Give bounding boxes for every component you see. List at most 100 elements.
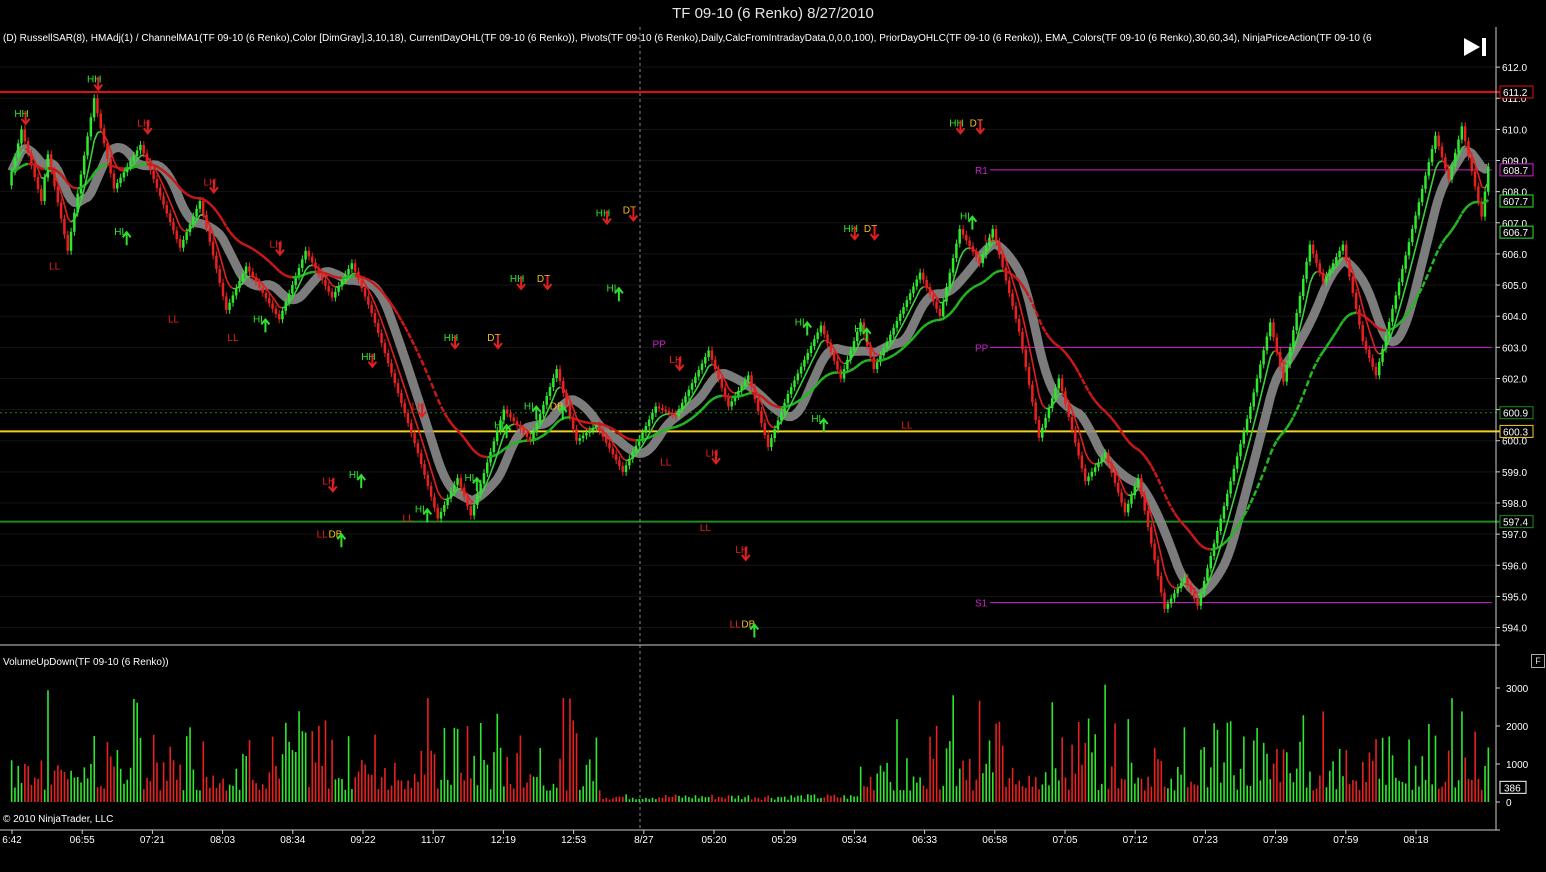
renko-brick-up <box>809 346 813 353</box>
renko-brick-down <box>1120 492 1123 503</box>
renko-brick-down <box>36 177 40 190</box>
ema-segment <box>572 417 578 421</box>
price-tick-label: 604.0 <box>1502 312 1527 323</box>
ema-segment <box>288 275 293 279</box>
volume-marker-label: 386 <box>1504 783 1521 794</box>
renko-brick-up <box>116 183 119 189</box>
renko-brick-down <box>168 213 172 223</box>
renko-brick-down <box>56 186 60 203</box>
renko-brick-up <box>73 212 76 232</box>
renko-brick-up <box>1394 295 1397 309</box>
renko-brick-up <box>651 413 654 420</box>
renko-chart[interactable]: R1PPS1HHHHLHHLLLLHLLLLHLLHLHLL DBHHHLLLHL… <box>0 27 1546 872</box>
renko-brick-down <box>327 285 330 292</box>
renko-brick-down <box>426 474 430 486</box>
renko-brick-up <box>1222 506 1226 519</box>
renko-brick-up <box>1404 255 1407 269</box>
renko-brick-up <box>1420 188 1424 203</box>
ema-segment <box>24 162 29 166</box>
renko-brick-down <box>832 352 836 361</box>
renko-brick-down <box>162 196 165 205</box>
renko-brick-down <box>324 280 327 286</box>
renko-brick-down <box>158 187 162 197</box>
ema-segment <box>665 427 670 431</box>
ema-segment <box>186 193 191 198</box>
renko-brick-up <box>492 441 496 452</box>
ema-segment <box>668 426 673 430</box>
renko-brick-down <box>1080 455 1084 469</box>
renko-brick-up <box>786 394 790 403</box>
renko-brick-down <box>839 369 842 379</box>
fast-ma-segment <box>470 500 475 503</box>
play-icon[interactable] <box>1462 36 1488 58</box>
renko-brick-up <box>700 363 704 371</box>
ema-segment <box>1213 546 1218 551</box>
renko-brick-up <box>1252 392 1255 407</box>
swing-label-LL: LL <box>317 529 329 540</box>
swing-label-LL: LL <box>403 514 415 525</box>
renko-brick-down <box>522 429 525 433</box>
renko-brick-up <box>198 200 202 209</box>
panel-toggle-button[interactable]: F <box>1531 654 1545 668</box>
swing-label-LL: LL <box>901 420 913 431</box>
renko-brick-down <box>1153 543 1156 560</box>
ema-segment <box>883 357 888 361</box>
renko-brick-up <box>1255 378 1259 393</box>
renko-brick-down <box>172 222 175 231</box>
volume-tick-label: 3000 <box>1506 684 1529 695</box>
renko-brick-up <box>951 258 955 273</box>
renko-brick-down <box>1364 341 1368 350</box>
renko-brick-down <box>1477 186 1480 202</box>
renko-brick-up <box>948 272 952 288</box>
pivot-label-R1: R1 <box>975 166 988 177</box>
fast-ma-segment <box>731 391 736 394</box>
copyright-text: © 2010 NinjaTrader, LLC <box>3 814 114 825</box>
renko-brick-up <box>304 250 307 260</box>
renko-brick-up <box>1219 518 1222 532</box>
renko-brick-up <box>885 341 889 349</box>
renko-brick-up <box>452 484 456 492</box>
ema-segment <box>364 277 370 282</box>
renko-brick-up <box>1226 493 1229 507</box>
ema-segment <box>678 423 683 427</box>
renko-brick-down <box>271 303 274 309</box>
ema-segment <box>516 440 521 444</box>
price-marker-label: 600.9 <box>1503 409 1528 420</box>
renko-brick-down <box>1351 276 1355 293</box>
renko-brick-down <box>710 350 714 360</box>
ema-segment <box>539 434 545 439</box>
renko-brick-down <box>423 464 426 475</box>
ema-segment <box>509 442 515 447</box>
renko-brick-down <box>370 304 373 314</box>
renko-brick-down <box>373 313 377 324</box>
renko-brick-down <box>1037 419 1041 438</box>
ema-segment <box>972 284 977 289</box>
renko-brick-down <box>525 432 529 437</box>
price-tick-label: 610.0 <box>1502 125 1527 136</box>
renko-brick-down <box>1004 267 1008 281</box>
renko-brick-down <box>178 239 182 248</box>
renko-brick-up <box>908 293 912 301</box>
renko-brick-up <box>647 419 651 427</box>
ema-segment <box>1005 270 1010 274</box>
renko-brick-up <box>912 286 915 294</box>
time-tick-label: 06:33 <box>912 835 937 846</box>
renko-brick-up <box>1335 257 1338 264</box>
renko-brick-up <box>545 395 548 405</box>
ema-segment <box>1358 312 1364 317</box>
ema-segment <box>14 167 19 172</box>
time-tick-label: 12:53 <box>561 835 586 846</box>
price-marker-label: 607.7 <box>1503 197 1528 208</box>
renko-brick-down <box>604 436 608 443</box>
renko-brick-down <box>469 506 472 516</box>
renko-brick-up <box>799 366 803 374</box>
renko-brick-up <box>941 301 945 317</box>
renko-brick-up <box>1407 242 1411 256</box>
renko-brick-up <box>918 272 922 280</box>
renko-brick-up <box>119 177 122 184</box>
renko-brick-up <box>1424 175 1427 189</box>
renko-brick-down <box>277 314 281 320</box>
swing-label-HH: HH <box>596 209 610 220</box>
renko-brick-down <box>1282 366 1285 382</box>
renko-brick-down <box>225 296 228 310</box>
